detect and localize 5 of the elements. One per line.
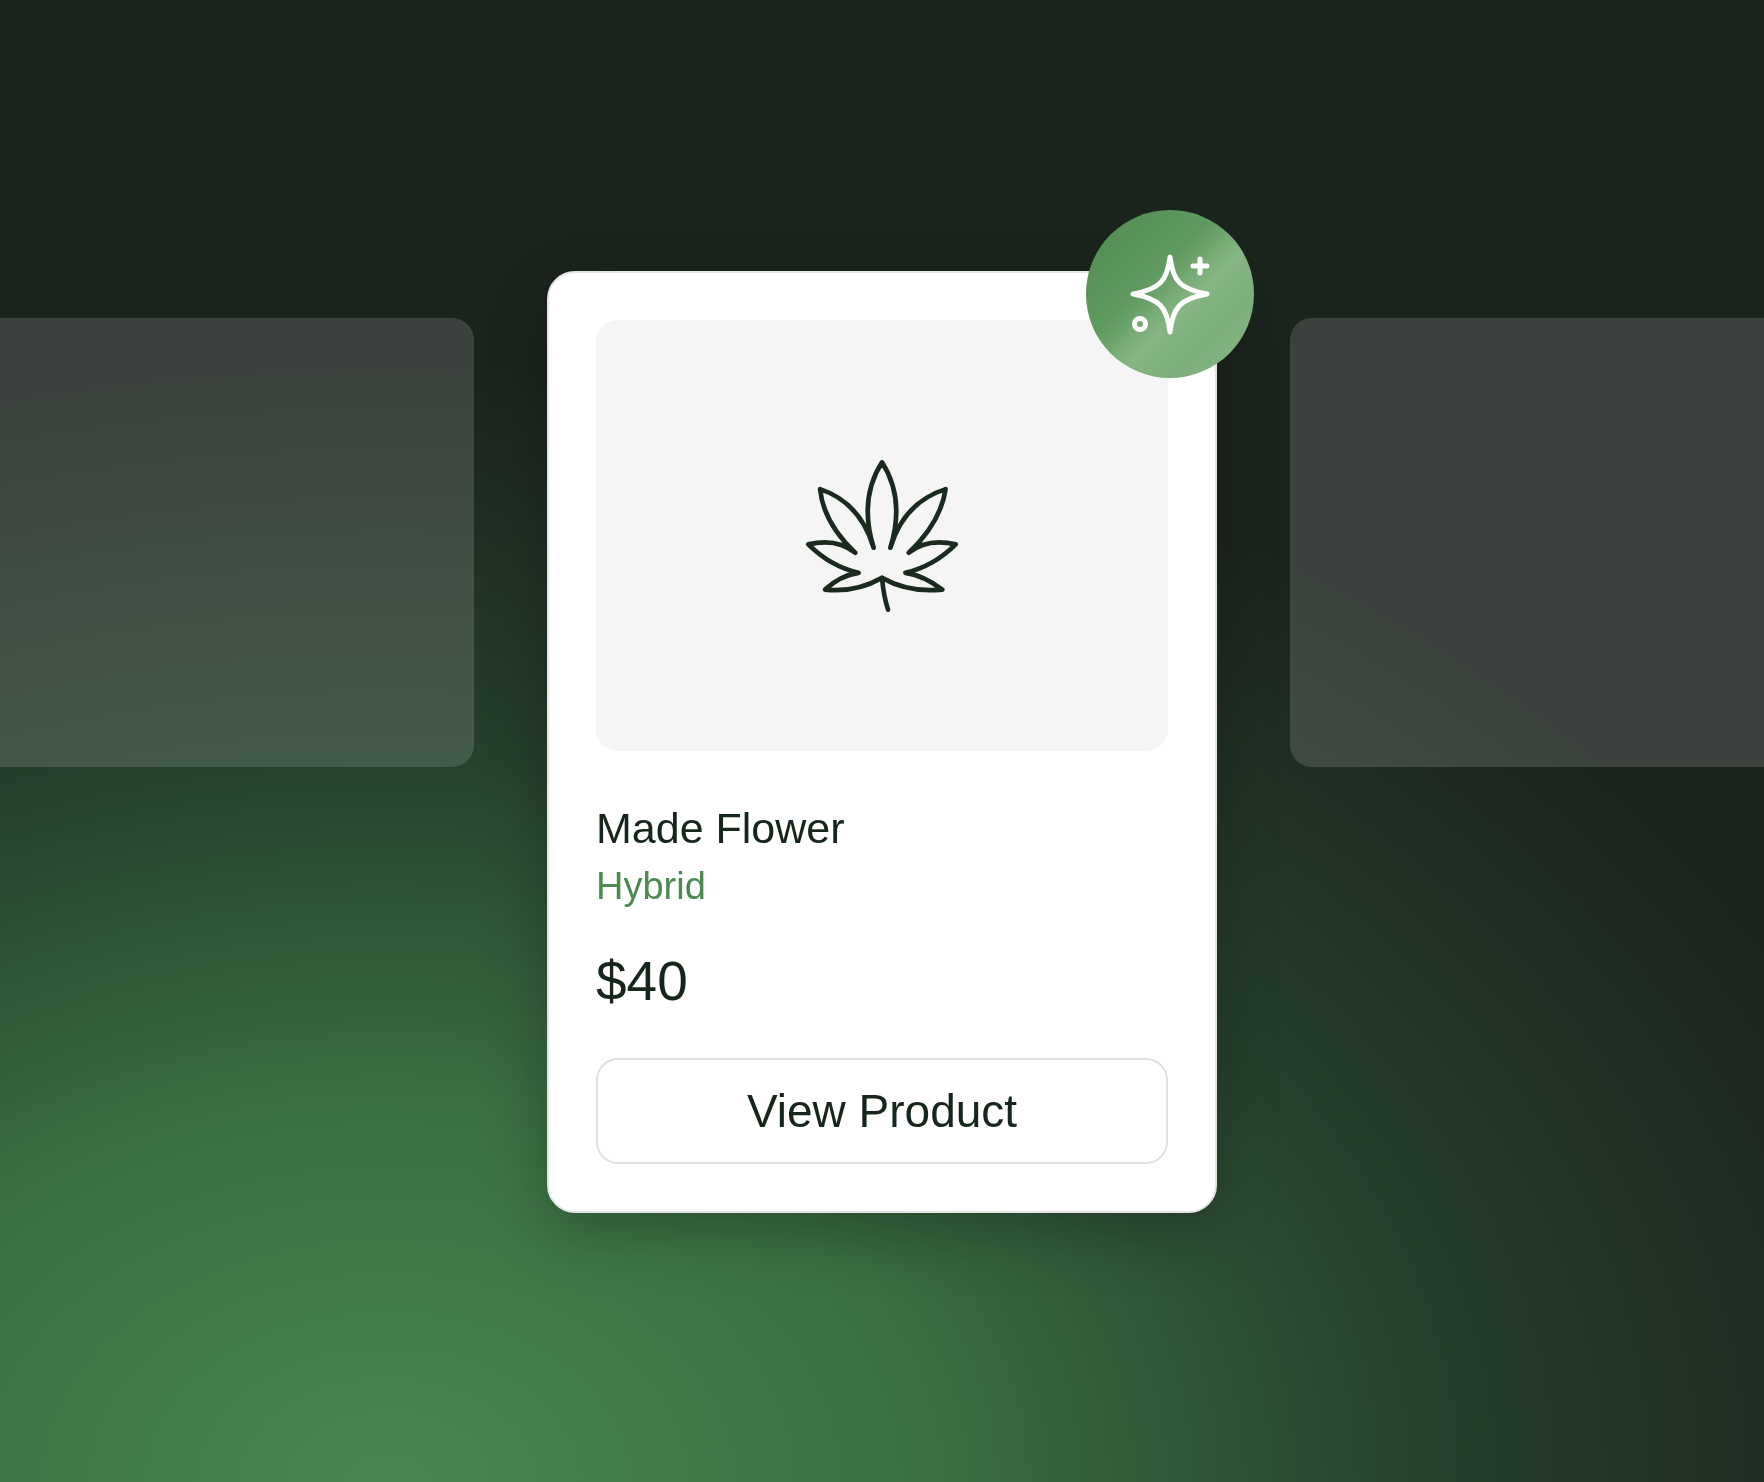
leaf-icon [804, 458, 960, 613]
view-product-button[interactable]: View Product [596, 1058, 1168, 1165]
product-name: Made Flower [596, 803, 846, 854]
product-category: Hybrid [596, 863, 707, 909]
product-price: $40 [596, 949, 689, 1015]
